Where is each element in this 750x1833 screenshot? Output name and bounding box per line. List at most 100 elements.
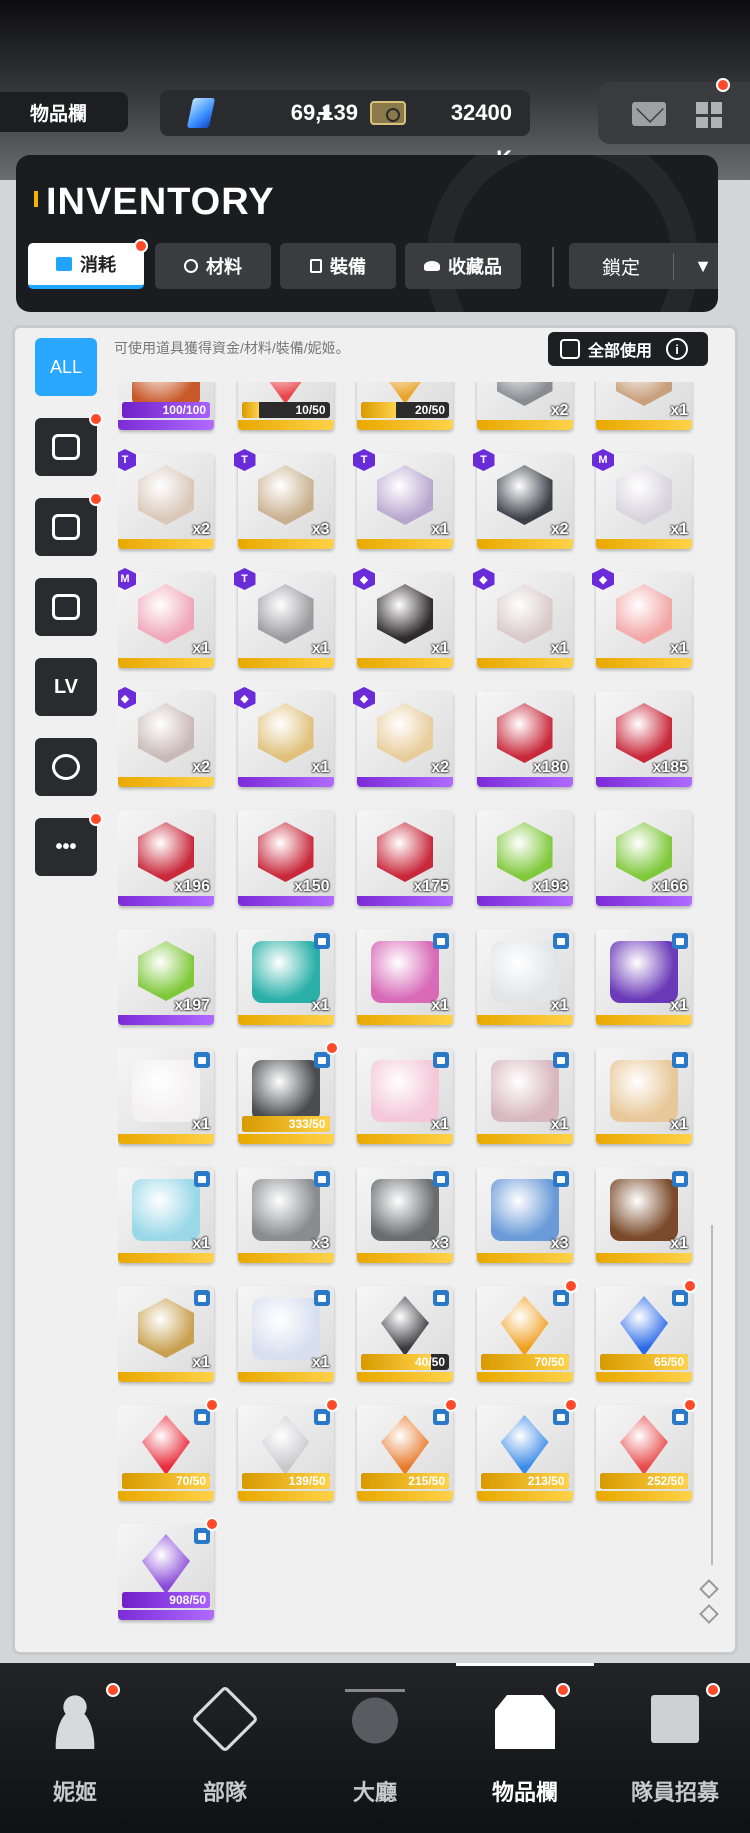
nav-item[interactable]: 大廳 <box>300 1663 450 1833</box>
notification-dot <box>205 1517 219 1531</box>
inventory-item[interactable]: x1 <box>118 1286 214 1382</box>
nav-item[interactable]: 部隊 <box>150 1663 300 1833</box>
inventory-item[interactable]: 70/50 <box>476 1279 578 1382</box>
filter-equipment[interactable] <box>35 492 103 556</box>
menu-grid-icon[interactable] <box>696 102 722 128</box>
inventory-item[interactable]: x185 <box>596 691 692 787</box>
inventory-item[interactable]: ◆ x1 <box>472 568 573 668</box>
filter-all[interactable]: ALL <box>35 338 97 396</box>
manufacturer-badge-icon: M <box>118 568 136 590</box>
inventory-item[interactable]: 333/50 <box>237 1041 339 1144</box>
filter-target[interactable] <box>35 738 97 796</box>
lock-icon <box>433 1409 449 1425</box>
inventory-item[interactable]: ◆ x1 <box>233 687 334 787</box>
top-right-buttons <box>598 78 750 144</box>
inventory-item[interactable]: x166 <box>596 810 692 906</box>
filter-collection[interactable] <box>35 578 97 636</box>
inventory-item[interactable]: Tx1 <box>233 568 334 668</box>
tab-equipment[interactable]: 裝備 <box>280 243 396 289</box>
inventory-item[interactable]: 908/50 <box>118 1517 219 1620</box>
inventory-item[interactable]: x175 <box>357 810 453 906</box>
inventory-item[interactable]: 252/50 <box>596 1398 697 1501</box>
item-count: x1 <box>311 640 330 657</box>
inventory-item[interactable]: x1 <box>476 929 573 1025</box>
inventory-item[interactable]: 65/50 <box>596 1279 697 1382</box>
nav-item[interactable]: 物品欄 <box>450 1663 600 1833</box>
inventory-item[interactable]: 215/50 <box>357 1398 458 1501</box>
filter-more[interactable]: ••• <box>35 812 103 876</box>
inventory-item[interactable]: 139/50 <box>237 1398 339 1501</box>
nav-item[interactable]: 隊員招募 <box>600 1663 750 1833</box>
tab-consumable[interactable]: 消耗 <box>28 239 148 289</box>
mail-icon[interactable] <box>632 102 666 126</box>
inventory-item[interactable]: Tx1 <box>353 449 453 549</box>
inventory-item[interactable]: ◆ x2 <box>118 687 214 787</box>
inventory-item[interactable]: x3 <box>476 1167 573 1263</box>
item-art-icon <box>138 465 194 525</box>
item-progress-bar: 139/50 <box>241 1473 330 1489</box>
inventory-item[interactable]: x1 <box>118 1048 214 1144</box>
inventory-item[interactable]: x1 <box>476 1048 573 1144</box>
progress-text: 10/50 <box>295 403 326 417</box>
inventory-item[interactable]: x3 <box>357 1167 453 1263</box>
inventory-item[interactable]: 70/50 <box>118 1398 219 1501</box>
inventory-item[interactable]: x197 <box>118 929 214 1025</box>
lock-icon <box>552 933 569 949</box>
inventory-item[interactable]: x1 <box>357 929 453 1025</box>
filter-nikke[interactable] <box>35 412 103 476</box>
gem-icon <box>186 98 216 128</box>
inventory-item[interactable]: x1 <box>118 1167 214 1263</box>
item-count: x1 <box>550 1116 569 1133</box>
lock-filter-dropdown[interactable]: 鎖定 ▼ <box>569 243 718 289</box>
inventory-item[interactable]: x180 <box>476 691 573 787</box>
manufacturer-badge-icon: T <box>353 449 375 471</box>
use-all-toggle[interactable]: 全部使用 i <box>548 332 708 366</box>
item-grid-viewport[interactable]: 100/100 10/50 20/50 x2 x1 Tx2 Tx3 Tx1 Tx2 Mx1 Mx1 T… <box>118 382 708 1632</box>
info-icon[interactable]: i <box>666 338 689 360</box>
inventory-item[interactable]: x1 <box>596 1048 692 1144</box>
inventory-item[interactable]: x150 <box>237 810 334 906</box>
inventory-item[interactable]: Mx1 <box>118 568 214 668</box>
inventory-item[interactable]: x1 <box>596 929 692 1025</box>
item-art-icon <box>500 1296 549 1356</box>
inventory-item[interactable]: 20/50 <box>357 382 453 430</box>
inventory-item[interactable]: Mx1 <box>592 449 692 549</box>
scrollbar[interactable] <box>711 1225 713 1565</box>
filter-level[interactable]: LV <box>35 658 97 716</box>
lock-icon <box>552 1290 569 1306</box>
inventory-item[interactable]: x1 <box>596 382 692 430</box>
item-count: x2 <box>550 402 569 419</box>
inventory-item[interactable]: x196 <box>118 810 214 906</box>
inventory-item[interactable]: Tx2 <box>472 449 573 549</box>
checkbox[interactable] <box>560 339 580 359</box>
inventory-item[interactable]: ◆ x1 <box>592 568 692 668</box>
tab-collection[interactable]: 收藏品 <box>405 243 521 289</box>
inventory-item[interactable]: 40/50 <box>357 1286 453 1382</box>
item-art-icon <box>251 1179 320 1241</box>
inventory-item[interactable]: 100/100 <box>118 382 214 430</box>
inventory-item[interactable]: x1 <box>596 1167 692 1263</box>
add-gems-button[interactable]: + <box>310 90 340 136</box>
inventory-item[interactable]: ◆ x1 <box>353 568 453 668</box>
inventory-item[interactable]: x2 <box>476 382 573 430</box>
notification-dot <box>563 1279 578 1293</box>
item-art-icon <box>490 1060 559 1122</box>
progress-fill <box>361 402 397 418</box>
lock-icon <box>672 933 688 949</box>
inventory-item[interactable]: 10/50 <box>237 382 334 430</box>
inventory-item[interactable]: x1 <box>237 929 334 1025</box>
progress-text: 139/50 <box>288 1474 326 1488</box>
inventory-item[interactable]: x1 <box>237 1286 334 1382</box>
inventory-item[interactable]: 213/50 <box>476 1398 578 1501</box>
nav-item[interactable]: 妮姬 <box>0 1663 150 1833</box>
notification-dot <box>706 1683 720 1697</box>
inventory-item[interactable]: x193 <box>476 810 573 906</box>
tab-material[interactable]: 材料 <box>155 243 271 289</box>
inventory-item[interactable]: x1 <box>357 1048 453 1144</box>
inventory-item[interactable]: x3 <box>237 1167 334 1263</box>
inventory-item[interactable]: ◆ x2 <box>353 687 453 787</box>
inventory-item[interactable]: Tx3 <box>233 449 334 549</box>
collection-icon <box>424 261 440 271</box>
manufacturer-badge-icon: ◆ <box>592 568 614 590</box>
inventory-item[interactable]: Tx2 <box>118 449 214 549</box>
